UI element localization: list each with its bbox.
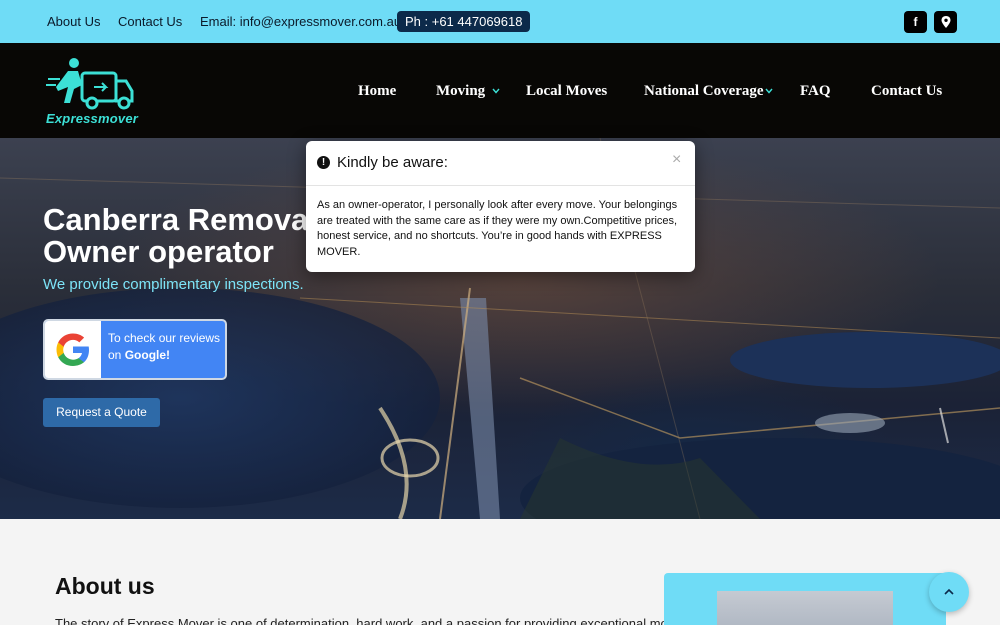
hero-title-line1: Canberra Removals (43, 202, 335, 237)
phone-button[interactable]: Ph : +61 447069618 (397, 11, 531, 32)
hero-title-line2: Owner operator (43, 234, 274, 269)
top-link-about[interactable]: About Us (47, 14, 100, 29)
modal-header: ! Kindly be aware: × (306, 141, 695, 186)
modal-title: Kindly be aware: (337, 154, 448, 171)
request-quote-button[interactable]: Request a Quote (43, 398, 160, 427)
about-paragraph: The story of Express Mover is one of det… (55, 616, 692, 625)
google-reviews-bold: Google! (124, 348, 171, 362)
about-photo (717, 591, 893, 625)
notice-modal: ! Kindly be aware: × As an owner-operato… (306, 141, 695, 272)
hero-subtitle: We provide complimentary inspections. (43, 276, 304, 293)
top-bar: About Us Contact Us Email: info@expressm… (0, 0, 1000, 43)
modal-body: As an owner-operator, I personally look … (317, 199, 678, 258)
exclamation-icon: ! (317, 156, 330, 169)
chevron-down-icon[interactable] (765, 87, 773, 95)
chevron-up-icon (944, 588, 954, 595)
nav-home[interactable]: Home (358, 83, 396, 100)
nav-faq[interactable]: FAQ (800, 83, 831, 100)
nav-contact-us[interactable]: Contact Us (871, 83, 942, 100)
top-link-contact[interactable]: Contact Us (118, 14, 182, 29)
google-logo-container (45, 321, 101, 378)
top-email-link[interactable]: Email: info@expressmover.com.au (200, 14, 401, 29)
map-pin-icon[interactable] (934, 11, 957, 33)
close-icon[interactable]: × (672, 151, 681, 169)
nav-local-moves[interactable]: Local Moves (526, 83, 607, 100)
nav-moving[interactable]: Moving (436, 83, 485, 100)
main-navbar: Expressmover Home Moving Local Moves Nat… (0, 43, 1000, 138)
about-heading: About us (55, 573, 155, 599)
google-logo-icon (56, 333, 89, 366)
chevron-down-icon[interactable] (492, 87, 500, 95)
google-reviews-text: To check our reviews on Google! (108, 330, 225, 364)
facebook-icon[interactable]: f (904, 11, 927, 33)
scroll-to-top-button[interactable] (929, 572, 969, 612)
google-reviews-button[interactable]: To check our reviews on Google! (43, 319, 227, 380)
nav-national-coverage[interactable]: National Coverage (644, 83, 764, 100)
logo-text[interactable]: Expressmover (46, 111, 138, 126)
